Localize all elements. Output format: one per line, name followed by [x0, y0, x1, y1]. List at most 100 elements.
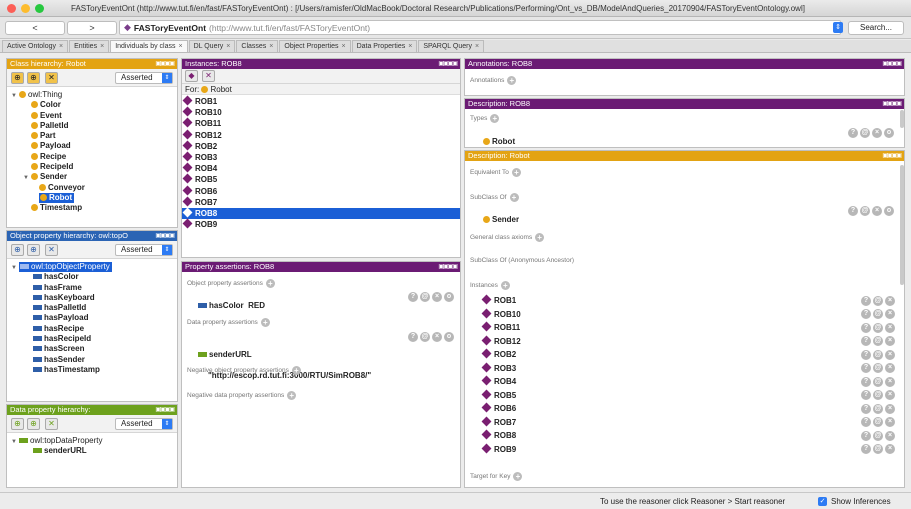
help-icon[interactable]: ?	[861, 363, 871, 373]
edit-icon[interactable]: o	[884, 128, 894, 138]
edit-icon[interactable]: o	[884, 206, 894, 216]
tab-sparql-query[interactable]: SPARQL Query ×	[418, 40, 485, 52]
scrollbar-thumb[interactable]	[900, 110, 904, 128]
tree-item-object-property[interactable]: hasScreen	[11, 344, 177, 354]
annotate-icon[interactable]: @	[873, 403, 883, 414]
list-item-individual-selected[interactable]: ROB8	[182, 207, 460, 220]
list-item-individual[interactable]: ROB6	[182, 185, 460, 197]
view-controls-icon[interactable]: ▣▣▣▣	[882, 151, 902, 161]
show-inferences-checkbox[interactable]: ✓	[818, 497, 827, 506]
tree-item-sender[interactable]: ▼ Sender	[11, 172, 177, 182]
delete-icon[interactable]: ×	[872, 206, 882, 216]
tree-item-object-property[interactable]: hasColor	[11, 272, 177, 282]
tree-item-robot[interactable]: Robot	[11, 192, 177, 203]
tree-item-object-property[interactable]: hasTimestamp	[11, 365, 177, 375]
annotate-icon[interactable]: @	[860, 206, 870, 216]
delete-icon[interactable]: ×	[885, 430, 895, 441]
help-icon[interactable]: ?	[861, 417, 871, 427]
tab-dl-query[interactable]: DL Query ×	[188, 40, 236, 52]
forward-button[interactable]: >	[67, 21, 117, 35]
instance-row[interactable]: ROB4? @ ×	[481, 375, 899, 389]
help-icon[interactable]: ?	[848, 206, 858, 216]
tree-item-object-property[interactable]: hasSender	[11, 355, 177, 365]
delete-class-icon[interactable]: ✕	[45, 72, 58, 84]
annotate-icon[interactable]: @	[873, 430, 883, 441]
tree-item-object-property[interactable]: hasRecipeId	[11, 334, 177, 344]
close-icon[interactable]: ×	[100, 43, 104, 50]
annotate-icon[interactable]: @	[420, 332, 430, 342]
delete-icon[interactable]: ×	[885, 390, 895, 400]
instance-row[interactable]: ROB10? @ ×	[481, 308, 899, 322]
delete-icon[interactable]: ×	[432, 332, 442, 342]
list-item-individual[interactable]: ROB4	[182, 162, 460, 174]
instance-row[interactable]: ROB6? @ ×	[481, 402, 899, 416]
close-window-button[interactable]	[7, 3, 16, 13]
view-controls-icon[interactable]: ▣▣▣▣	[438, 262, 458, 272]
view-controls-icon[interactable]: ▣▣▣▣	[155, 405, 175, 415]
tree-item-class[interactable]: RecipeId	[11, 162, 177, 172]
tab-classes[interactable]: Classes ×	[236, 40, 279, 52]
delete-icon[interactable]: ×	[885, 309, 895, 319]
data-property-mode-select[interactable]: Asserted ⇕	[115, 418, 173, 430]
add-icon[interactable]: +	[513, 472, 523, 481]
add-sibling-icon[interactable]: ⊕	[27, 72, 40, 84]
tree-item-top-object-property[interactable]: ▼ owl:topObjectProperty	[11, 262, 177, 272]
close-icon[interactable]: ×	[226, 43, 230, 50]
list-item-individual[interactable]: ROB3	[182, 151, 460, 163]
help-icon[interactable]: ?	[861, 430, 871, 441]
instance-row[interactable]: ROB12? @ ×	[481, 335, 899, 349]
tree-item-class[interactable]: Timestamp	[11, 203, 177, 213]
tree-item-class[interactable]: Part	[11, 131, 177, 141]
delete-icon[interactable]: ×	[885, 403, 895, 414]
close-icon[interactable]: ×	[59, 43, 63, 50]
data-assertion-row[interactable]: senderURL	[198, 350, 476, 360]
tree-item-object-property[interactable]: hasRecipe	[11, 324, 177, 334]
close-icon[interactable]: ×	[341, 43, 345, 50]
ontology-selector[interactable]: ◆ FASToryEventOnt (http://www.tut.fi/en/…	[119, 20, 841, 35]
delete-data-property-icon[interactable]: ✕	[45, 418, 58, 430]
help-icon[interactable]: ?	[861, 336, 871, 346]
delete-property-icon[interactable]: ✕	[45, 244, 58, 256]
add-icon[interactable]: +	[535, 233, 545, 242]
tree-item-object-property[interactable]: hasPayload	[11, 313, 177, 323]
add-individual-icon[interactable]: ◆	[185, 70, 198, 82]
close-icon[interactable]: ×	[475, 43, 479, 50]
minimize-window-button[interactable]	[21, 3, 30, 13]
delete-icon[interactable]: ×	[885, 363, 895, 373]
list-item-individual[interactable]: ROB1	[182, 95, 460, 107]
list-item-individual[interactable]: ROB9	[182, 218, 460, 230]
help-icon[interactable]: ?	[861, 444, 871, 454]
annotate-icon[interactable]: @	[873, 349, 883, 360]
annotate-icon[interactable]: @	[873, 336, 883, 346]
tree-item-class[interactable]: Recipe	[11, 152, 177, 162]
type-row[interactable]: Robot	[483, 137, 911, 147]
annotate-icon[interactable]: @	[873, 309, 883, 319]
delete-icon[interactable]: ×	[885, 349, 895, 360]
subclass-row[interactable]: Sender	[483, 215, 911, 225]
instance-row[interactable]: ROB7? @ ×	[481, 416, 899, 430]
class-mode-select[interactable]: Asserted ⇕	[115, 72, 173, 84]
help-icon[interactable]: ?	[861, 403, 871, 414]
instance-row[interactable]: ROB1? @ ×	[481, 294, 899, 308]
tree-item-class[interactable]: Event	[11, 111, 177, 121]
help-icon[interactable]: ?	[861, 322, 871, 333]
tree-item-object-property[interactable]: hasPalletId	[11, 303, 177, 313]
scrollbar-thumb[interactable]	[900, 165, 904, 285]
delete-individual-icon[interactable]: ✕	[202, 70, 215, 82]
list-item-individual[interactable]: ROB2	[182, 140, 460, 152]
add-data-sibling-icon[interactable]: ⊕	[27, 418, 40, 430]
tree-item-class[interactable]: Color	[11, 100, 177, 110]
view-controls-icon[interactable]: ▣▣▣▣	[438, 59, 458, 69]
add-sibling-property-icon[interactable]: ⊕	[27, 244, 40, 256]
close-icon[interactable]: ×	[269, 43, 273, 50]
delete-icon[interactable]: ×	[872, 128, 882, 138]
object-assertion-row[interactable]: hasColor RED	[198, 301, 476, 311]
add-icon[interactable]: +	[265, 279, 275, 288]
tab-data-properties[interactable]: Data Properties ×	[351, 40, 418, 52]
chevron-updown-icon[interactable]: ⇕	[833, 22, 843, 33]
add-icon[interactable]: +	[511, 168, 521, 177]
help-icon[interactable]: ?	[861, 295, 871, 306]
list-item-individual[interactable]: ROB10	[182, 106, 460, 118]
close-icon[interactable]: ×	[408, 43, 412, 50]
view-controls-icon[interactable]: ▣▣▣▣	[882, 59, 902, 69]
